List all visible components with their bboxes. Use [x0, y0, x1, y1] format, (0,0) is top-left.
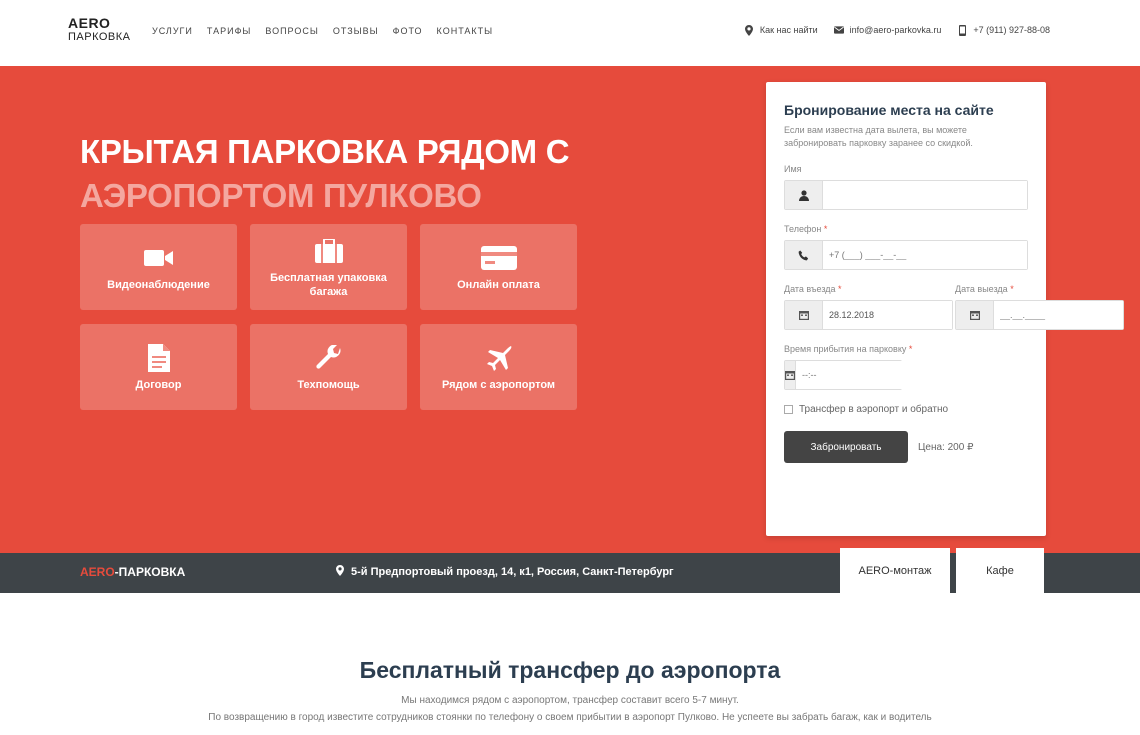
phone-text: +7 (911) 927-88-08 — [973, 25, 1050, 35]
phone-label-text: Телефон — [784, 224, 822, 234]
date-back-input[interactable] — [994, 301, 1123, 329]
site-logo[interactable]: AERO ПАРКОВКА — [68, 16, 131, 44]
nav-questions[interactable]: ВОПРОСЫ — [265, 26, 318, 36]
nav-reviews[interactable]: ОТЗЫВЫ — [333, 26, 379, 36]
email-link[interactable]: info@aero-parkovka.ru — [833, 24, 942, 36]
main-nav: УСЛУГИ ТАРИФЫ ВОПРОСЫ ОТЗЫВЫ ФОТО КОНТАК… — [152, 26, 507, 36]
feature-contract: Договор — [80, 324, 237, 410]
arrival-label: Время прибытия на парковку * — [784, 344, 1028, 354]
calendar-icon — [785, 301, 823, 329]
bar-logo[interactable]: AERO-ПАРКОВКА — [80, 565, 185, 579]
directions-label: Как нас найти — [759, 25, 818, 35]
feature-label: Онлайн оплата — [457, 279, 540, 291]
feature-label: Видеонаблюдение — [107, 279, 210, 291]
hero-title: КРЫТАЯ ПАРКОВКА РЯДОМ С АЭРОПОРТОМ ПУЛКО… — [80, 130, 570, 218]
suitcase-icon — [314, 235, 343, 267]
feature-video: Видеонаблюдение — [80, 224, 237, 310]
date-out-label: Дата въезда * — [784, 284, 953, 294]
features-grid: Видеонаблюдение Бесплатная упаковка бага… — [80, 224, 580, 410]
transfer-line2: По возвращению в город известите сотрудн… — [208, 712, 932, 723]
date-back-label-text: Дата выезда — [955, 284, 1008, 294]
hero-title-line2: АЭРОПОРТОМ ПУЛКОВО — [80, 177, 482, 214]
arrival-field — [784, 360, 925, 390]
envelope-icon — [833, 24, 844, 36]
required-mark: * — [838, 284, 842, 294]
booking-title: Бронирование места на сайте — [784, 102, 994, 118]
name-field — [784, 180, 1028, 210]
video-camera-icon — [143, 242, 174, 274]
feature-label: Рядом с аэропортом — [441, 379, 556, 391]
calendar-icon — [956, 301, 994, 329]
credit-card-icon — [480, 242, 517, 274]
bar-logo-rest: -ПАРКОВКА — [114, 565, 186, 579]
date-back-col: Дата выезда * — [955, 284, 1124, 344]
feature-near-airport: Рядом с аэропортом — [420, 324, 577, 410]
arrival-label-text: Время прибытия на парковку — [784, 344, 907, 354]
document-icon — [147, 342, 170, 374]
site-header: AERO ПАРКОВКА УСЛУГИ ТАРИФЫ ВОПРОСЫ ОТЗЫ… — [0, 0, 1140, 66]
feature-label: Техпомощь — [297, 379, 360, 391]
name-label: Имя — [784, 164, 802, 174]
feature-online-payment: Онлайн оплата — [420, 224, 577, 310]
nav-services[interactable]: УСЛУГИ — [152, 26, 193, 36]
logo-line1: AERO — [68, 15, 111, 31]
tab-aero-montage[interactable]: AERO-монтаж — [840, 548, 950, 593]
date-out-field — [784, 300, 953, 330]
feature-label: Бесплатная упаковка багажа — [270, 272, 387, 298]
address-info: 5-й Предпортовый проезд, 14, к1, Россия,… — [336, 565, 674, 579]
address-text: 5-й Предпортовый проезд, 14, к1, Россия,… — [351, 566, 674, 578]
transfer-checkbox[interactable] — [784, 405, 793, 414]
transfer-option[interactable]: Трансфер в аэропорт и обратно — [784, 404, 1028, 415]
feature-tech-help: Техпомощь — [250, 324, 407, 410]
wrench-icon — [315, 342, 342, 374]
transfer-title: Бесплатный трансфер до аэропорта — [359, 657, 781, 683]
required-mark: * — [1010, 284, 1014, 294]
phone-label: Телефон * — [784, 224, 1028, 234]
user-icon — [785, 181, 823, 209]
directions-link[interactable]: Как нас найти — [744, 24, 818, 36]
feature-luggage: Бесплатная упаковка багажа — [250, 224, 407, 310]
name-input[interactable] — [823, 181, 1027, 209]
nav-contacts[interactable]: КОНТАКТЫ — [437, 26, 494, 36]
booking-form: Бронирование места на сайте Если вам изв… — [766, 82, 1124, 536]
mobile-phone-icon — [957, 24, 967, 36]
airplane-icon — [485, 342, 513, 374]
map-pin-icon — [336, 565, 344, 579]
date-back-label: Дата выезда * — [955, 284, 1124, 294]
nav-photo[interactable]: ФОТО — [393, 26, 423, 36]
phone-icon — [785, 241, 823, 269]
transfer-text: Мы находимся рядом с аэропортом, трансфе… — [80, 692, 1060, 726]
phone-field — [784, 240, 1028, 270]
calendar-icon — [785, 361, 796, 389]
book-button[interactable]: Забронировать — [784, 431, 908, 463]
transfer-line1: Мы находимся рядом с аэропортом, трансфе… — [401, 695, 739, 706]
email-text: info@aero-parkovka.ru — [849, 25, 942, 35]
date-out-input[interactable] — [823, 301, 952, 329]
dates-row: Дата въезда * Дата выезда * — [784, 284, 1124, 344]
date-back-field — [955, 300, 1124, 330]
map-pin-icon — [744, 24, 754, 36]
logo-line2: ПАРКОВКА — [68, 31, 131, 43]
transfer-checkbox-label: Трансфер в аэропорт и обратно — [799, 404, 949, 415]
tab-cafe[interactable]: Кафе — [956, 548, 1044, 593]
price-label: Цена: 200 ₽ — [918, 441, 974, 453]
date-out-label-text: Дата въезда — [784, 284, 836, 294]
bar-logo-accent: AERO — [80, 565, 115, 579]
feature-label: Договор — [135, 379, 182, 391]
nav-tariffs[interactable]: ТАРИФЫ — [207, 26, 251, 36]
phone-input[interactable] — [823, 241, 1027, 269]
header-contacts: Как нас найти info@aero-parkovka.ru +7 (… — [728, 24, 1050, 36]
required-mark: * — [823, 224, 828, 234]
required-mark: * — [908, 344, 913, 354]
date-out-col: Дата въезда * — [784, 284, 953, 344]
arrival-time-input[interactable] — [796, 361, 925, 389]
phone-link[interactable]: +7 (911) 927-88-08 — [957, 24, 1050, 36]
submit-row: Забронировать Цена: 200 ₽ — [784, 431, 1028, 463]
hero-title-line1: КРЫТАЯ ПАРКОВКА РЯДОМ С — [80, 133, 570, 170]
booking-description: Если вам известна дата вылета, вы можете… — [784, 125, 973, 148]
